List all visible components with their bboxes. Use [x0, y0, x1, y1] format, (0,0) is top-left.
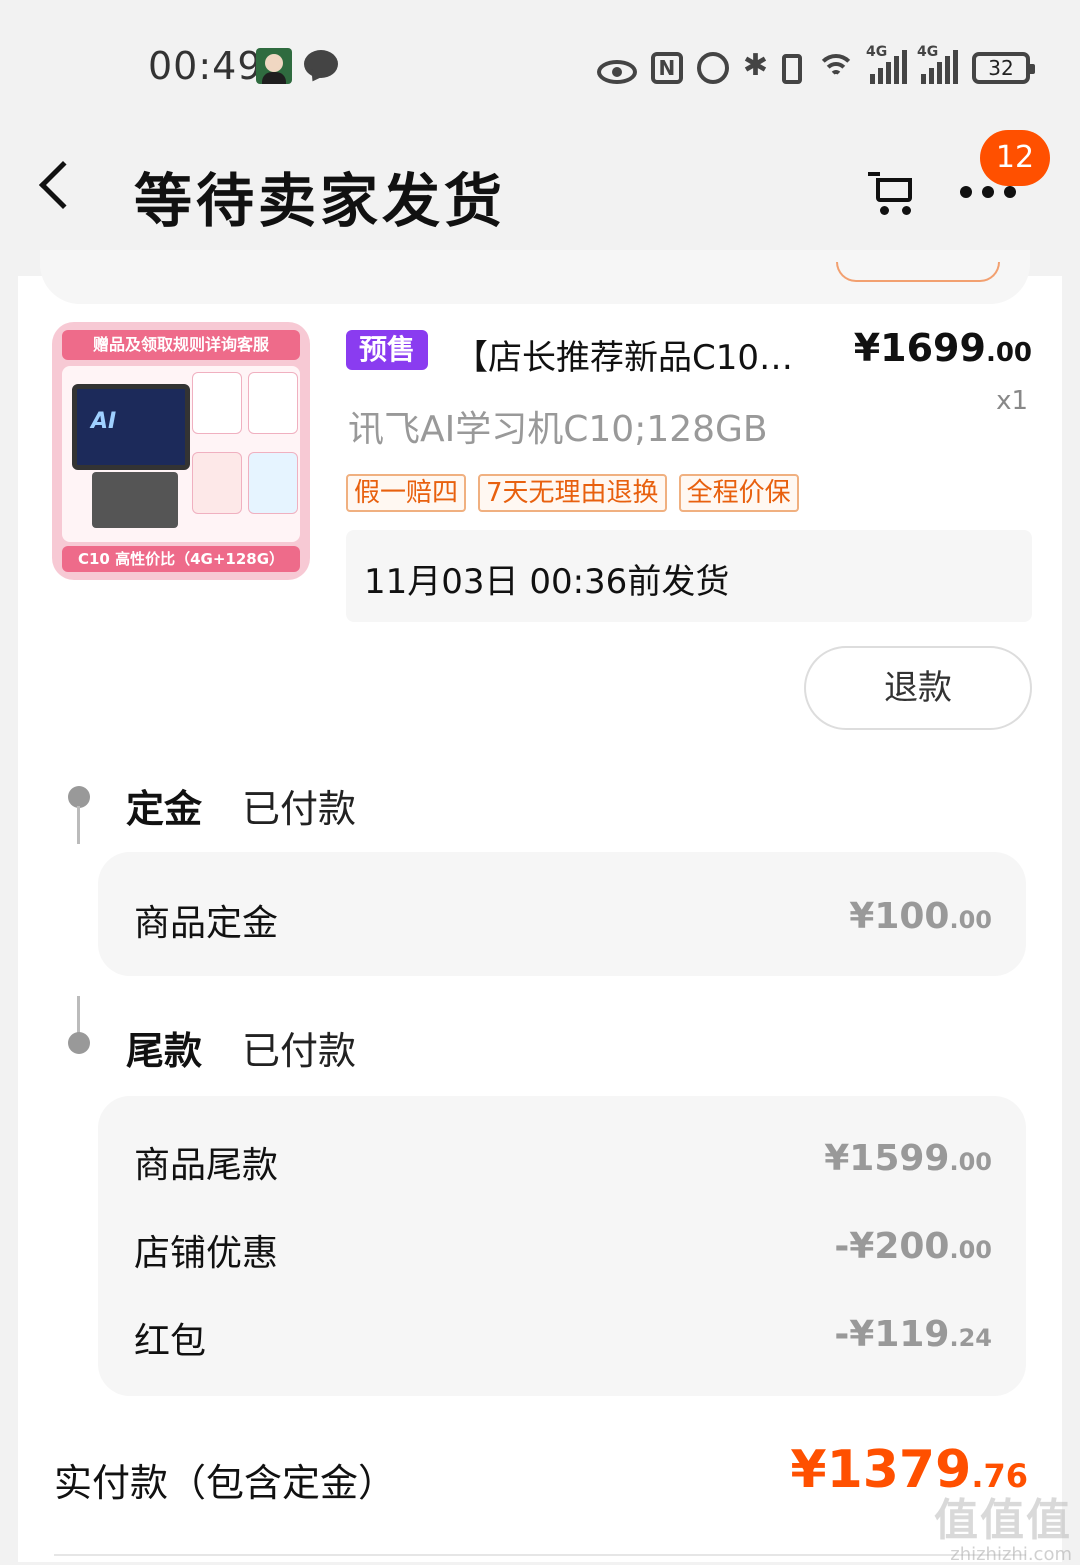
fee-value: -¥119.24: [834, 1314, 992, 1355]
avatar-icon: [256, 48, 292, 84]
gift-redpacket-icon: [192, 452, 242, 514]
status-time: 00:49: [148, 44, 263, 88]
eye-icon: [596, 48, 637, 84]
fee-value: -¥200.00: [834, 1226, 992, 1267]
cart-icon[interactable]: [868, 172, 914, 216]
ship-notice-text: 11月03日 00:36前发货: [364, 562, 730, 602]
balance-status: 已付款: [242, 1029, 357, 1073]
balance-fee-box: 商品尾款 ¥1599.00 店铺优惠 -¥200.00 红包 -¥119.24: [98, 1096, 1026, 1396]
service-tag: 假一赔四: [346, 474, 467, 512]
fee-row: 商品尾款 ¥1599.00: [134, 1136, 992, 1186]
previous-section-button-edge[interactable]: [836, 262, 1000, 282]
fee-label: 商品尾款: [134, 1145, 279, 1186]
refund-button[interactable]: 退款: [804, 646, 1032, 730]
fee-value: ¥1599.00: [824, 1138, 992, 1179]
deposit-status: 已付款: [242, 787, 357, 831]
balance-title: 尾款: [126, 1029, 203, 1073]
page-title: 等待卖家发货: [134, 167, 507, 235]
fee-value: ¥100.00: [849, 896, 992, 937]
signal-icon-2: 4G: [917, 44, 958, 84]
gift-backpack-icon: [192, 372, 242, 434]
gift-pen-icon: [248, 372, 298, 434]
thumb-banner: 赠品及领取规则详询客服: [62, 330, 300, 360]
battery-level: 32: [972, 52, 1035, 84]
timeline-line: [77, 996, 80, 1034]
watermark-logo: 值值值: [934, 1495, 1072, 1546]
service-tags: 假一赔四 7天无理由退换 全程价保: [346, 474, 799, 512]
deposit-fee-box: 商品定金 ¥100.00: [98, 852, 1026, 976]
service-tag: 全程价保: [678, 474, 799, 512]
alarm-icon: [696, 48, 729, 84]
status-bar: 00:49 N ✱ 4G 4G 32: [0, 0, 1080, 130]
cart-badge: 12: [980, 130, 1050, 186]
product-image[interactable]: 赠品及领取规则详询客服 AI C10 高性价比（4G+128G）: [52, 322, 310, 580]
thumb-device-stand: [92, 472, 178, 528]
vibrate-icon: [782, 48, 802, 84]
timeline-line: [77, 806, 80, 844]
fee-label: 店铺优惠: [134, 1233, 279, 1274]
total-label: 实付款（包含定金）: [54, 1461, 397, 1505]
fee-row: 红包 -¥119.24: [134, 1312, 992, 1362]
fee-row: 商品定金 ¥100.00: [134, 894, 992, 944]
deposit-title: 定金: [126, 787, 203, 831]
bluetooth-icon: ✱: [742, 48, 768, 83]
more-icon[interactable]: [960, 186, 1016, 198]
network-type: 4G: [866, 44, 888, 60]
fee-label: 红包: [134, 1321, 207, 1362]
fee-label: 商品定金: [134, 903, 279, 944]
chat-icon: [304, 50, 338, 78]
watermark: 值值值 zhizhizhi.com: [934, 1484, 1072, 1565]
thumb-footer: C10 高性价比（4G+128G）: [62, 546, 300, 572]
fee-row: 店铺优惠 -¥200.00: [134, 1224, 992, 1274]
nfc-icon: N: [650, 48, 683, 84]
gift-headphone-icon: [248, 452, 298, 514]
product-spec: 讯飞AI学习机C10;128GB: [348, 409, 768, 450]
product-title[interactable]: 【店长推荐新品C10…: [454, 330, 844, 379]
thumb-device-screen: AI: [72, 384, 190, 470]
signal-icon: 4G: [866, 44, 907, 84]
service-tag: 7天无理由退换: [478, 474, 667, 512]
network-type-2: 4G: [917, 44, 939, 60]
ship-notice: 11月03日 00:36前发货: [346, 530, 1032, 622]
product-price: ¥1699.00: [853, 326, 1032, 370]
product-quantity: x1: [996, 386, 1028, 416]
timeline-dot-deposit: [68, 786, 90, 808]
presale-tag: 预售: [346, 330, 428, 370]
battery-icon: 32: [972, 48, 1035, 84]
timeline-dot-balance: [68, 1032, 90, 1054]
wifi-icon: [816, 48, 856, 84]
status-icons: N ✱ 4G 4G 32: [596, 44, 1035, 88]
divider: [54, 1554, 1026, 1556]
